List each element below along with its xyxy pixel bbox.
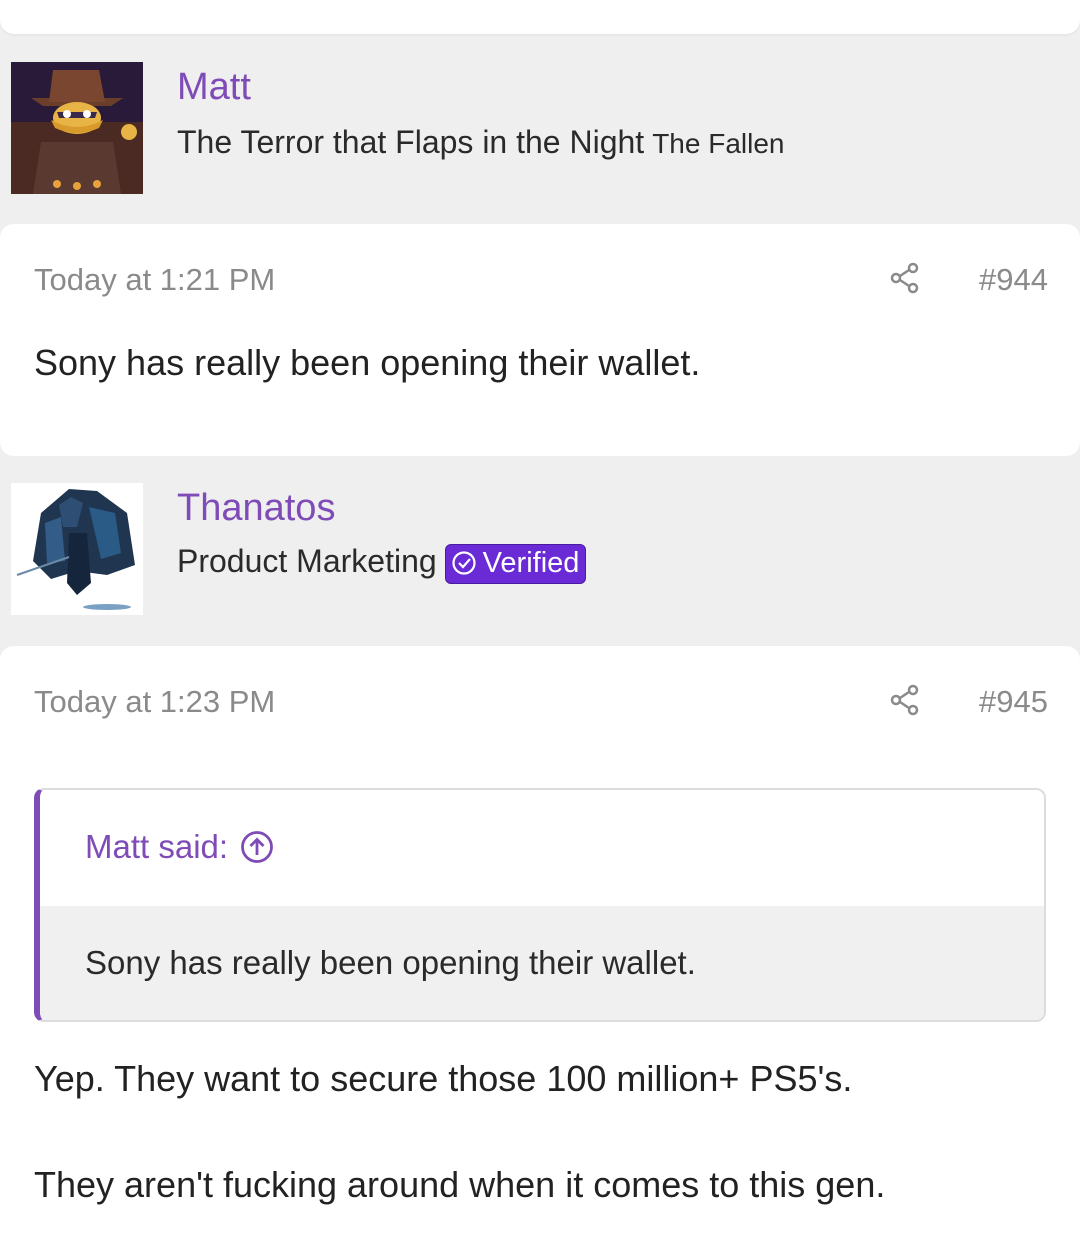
arrow-up-circle-icon[interactable]	[240, 830, 274, 864]
previous-post-card	[0, 0, 1080, 34]
quote-block: Matt said: Sony has really been opening …	[34, 788, 1046, 1022]
post-body: Sony has really been opening their walle…	[34, 342, 701, 383]
share-icon[interactable]	[890, 262, 920, 294]
post-timestamp[interactable]: Today at 1:21 PM	[34, 262, 275, 298]
user-title-text: The Terror that Flaps in the Night	[177, 124, 645, 160]
check-circle-icon	[452, 550, 476, 575]
username[interactable]: Thanatos	[177, 487, 335, 530]
post-body-line: Yep. They want to secure those 100 milli…	[34, 1058, 853, 1099]
quote-attribution[interactable]: Matt said:	[85, 828, 274, 866]
avatar[interactable]	[11, 62, 143, 194]
post-author-block: Thanatos Product Marketing Verified	[0, 471, 1080, 645]
avatar[interactable]	[11, 483, 143, 615]
post-author-block: Matt The Terror that Flaps in the Night T…	[0, 50, 1080, 224]
user-title-text: Product Marketing	[177, 543, 437, 579]
user-title: The Terror that Flaps in the Night The Fa…	[177, 124, 784, 161]
verified-badge: Verified	[444, 543, 587, 584]
quote-body: Sony has really been opening their walle…	[40, 906, 1044, 1020]
share-icon[interactable]	[890, 684, 920, 716]
verified-label: Verified	[482, 546, 580, 579]
post-timestamp[interactable]: Today at 1:23 PM	[34, 684, 275, 720]
user-title: Product Marketing Verified	[177, 543, 587, 584]
quote-header: Matt said:	[40, 790, 1044, 906]
user-banner: The Fallen	[652, 128, 785, 159]
post-945: Today at 1:23 PM #945 Matt said: Sony ha…	[0, 646, 1080, 1242]
post-944: Today at 1:21 PM #944 Sony has really be…	[0, 224, 1080, 456]
post-body-line: They aren't fucking around when it comes…	[34, 1164, 886, 1205]
post-number[interactable]: #944	[979, 262, 1048, 298]
quote-text: Sony has really been opening their walle…	[85, 944, 696, 981]
username[interactable]: Matt	[177, 66, 251, 109]
quote-author[interactable]: Matt said:	[85, 828, 228, 865]
post-number[interactable]: #945	[979, 684, 1048, 720]
